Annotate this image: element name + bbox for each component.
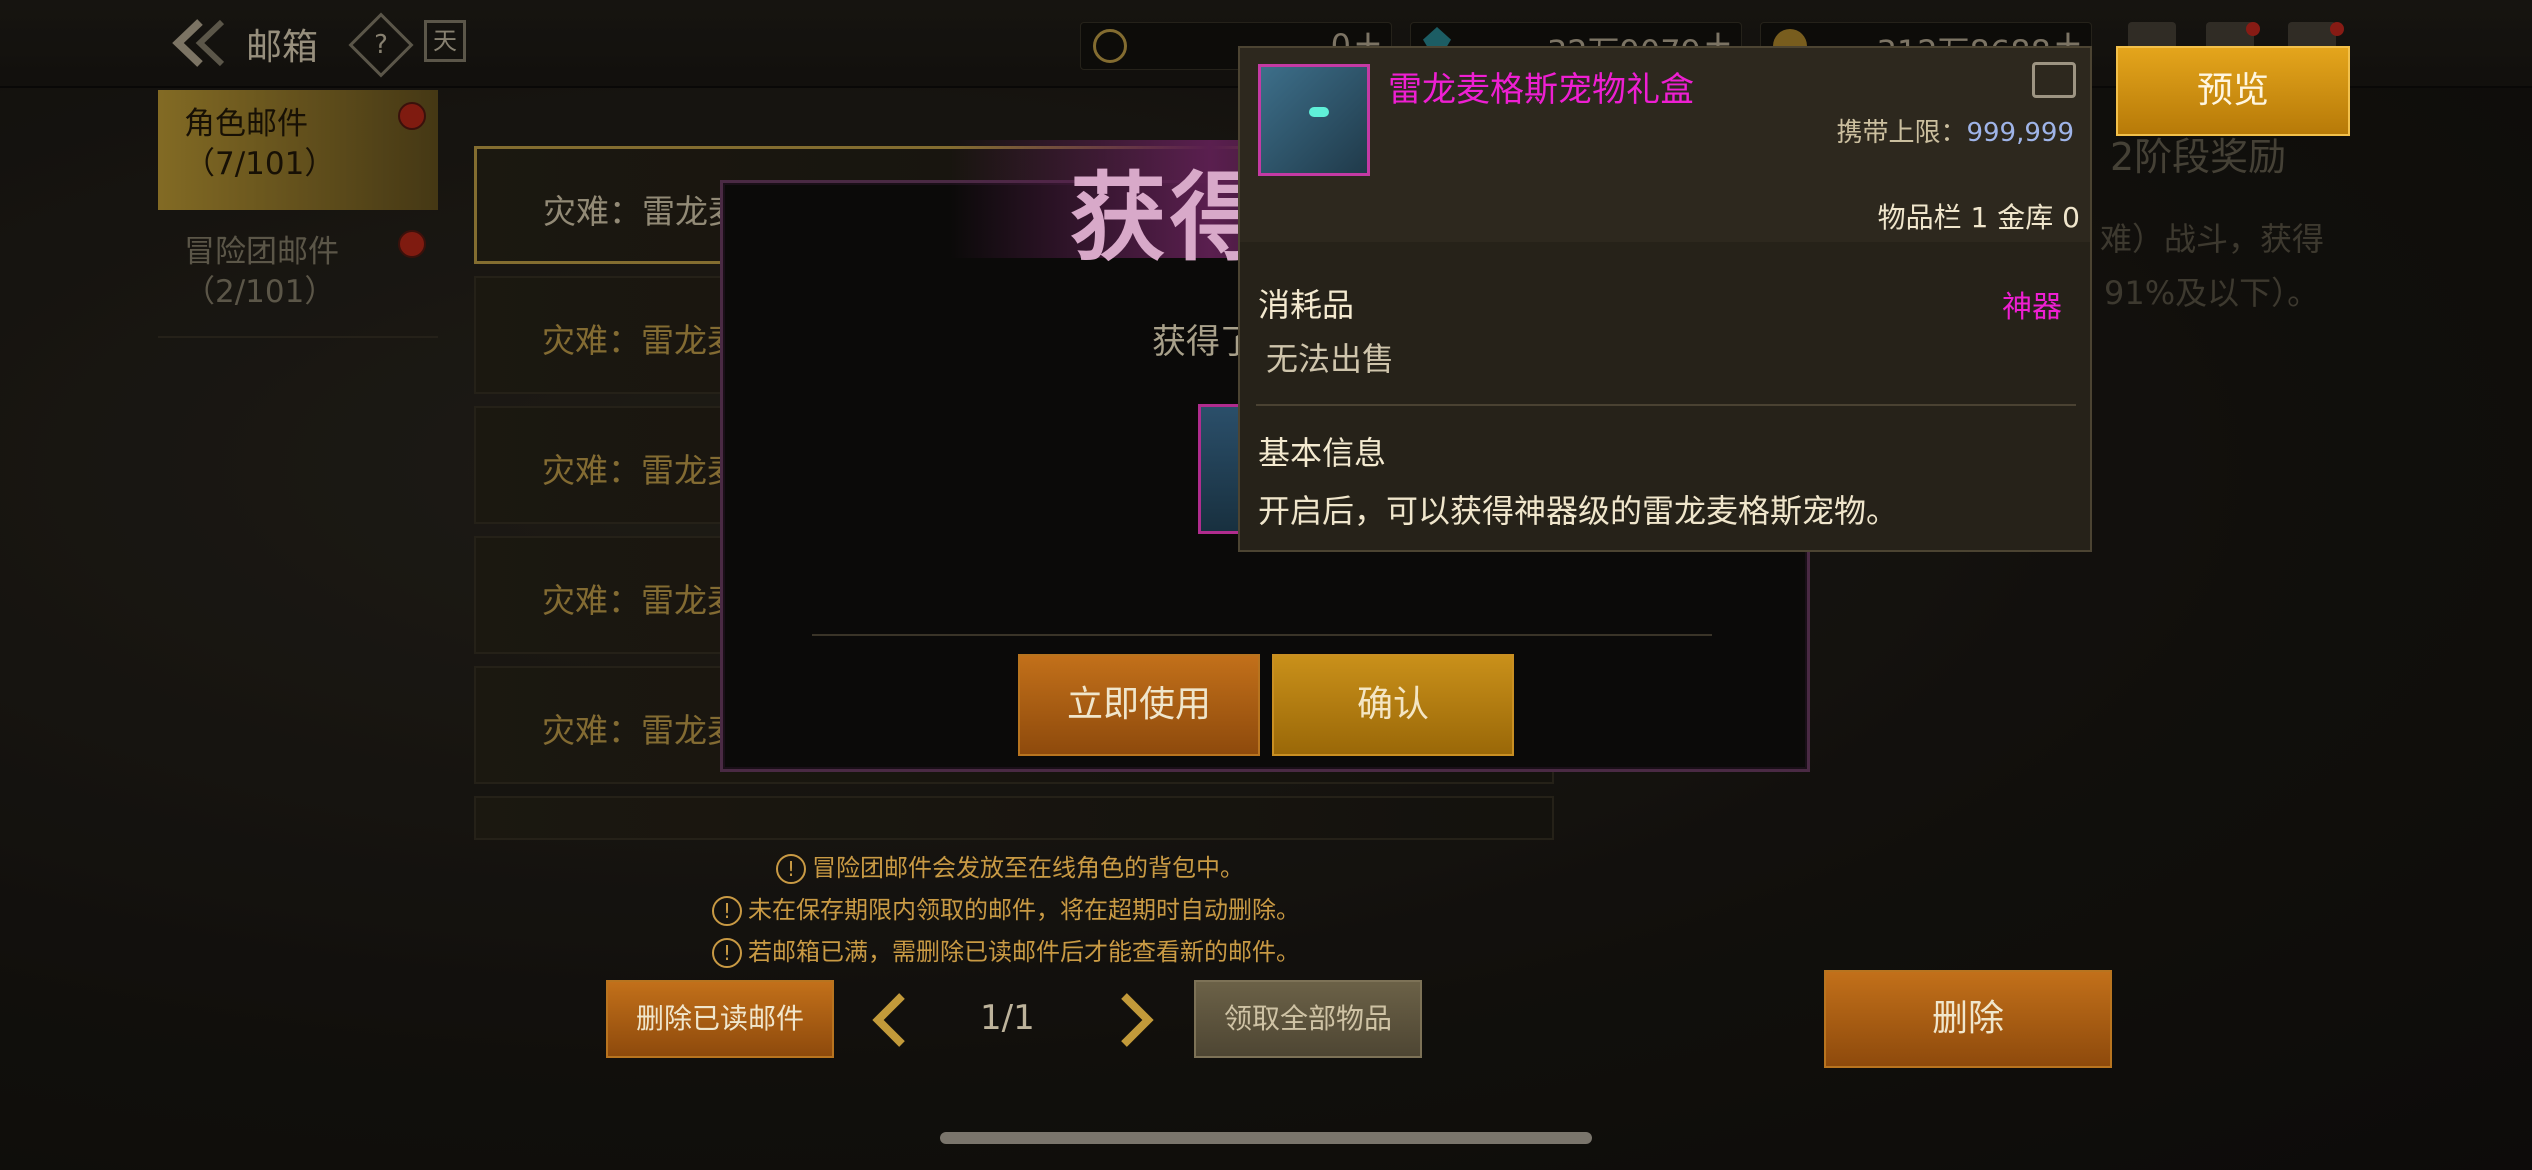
notice-line: ! 未在保存期限内领取的邮件，将在超期时自动删除。 <box>712 890 1300 926</box>
next-page-icon[interactable] <box>1118 992 1154 1048</box>
pet-box-icon <box>1258 64 1370 176</box>
delete-read-mail-button[interactable]: 删除已读邮件 <box>606 980 834 1058</box>
item-name: 雷龙麦格斯宠物礼盒 <box>1388 70 1694 110</box>
item-type: 消耗品 <box>1258 286 1355 324</box>
prev-page-icon[interactable] <box>872 992 908 1048</box>
inventory-count: 物品栏 1 金库 0 <box>1877 201 2080 234</box>
divider <box>1256 404 2076 406</box>
confirm-button[interactable]: 确认 <box>1272 654 1514 756</box>
use-now-button[interactable]: 立即使用 <box>1018 654 1260 756</box>
carry-limit: 携带上限：999,999 <box>1836 118 2074 148</box>
home-indicator[interactable] <box>940 1132 1592 1144</box>
divider <box>812 634 1712 636</box>
claim-all-button[interactable]: 领取全部物品 <box>1194 980 1422 1058</box>
exclamation-icon: ! <box>776 854 806 884</box>
exclamation-icon: ! <box>712 896 742 926</box>
notice-line: ! 冒险团邮件会发放至在线角色的背包中。 <box>776 848 1244 884</box>
preview-button[interactable]: 预览 <box>2116 46 2350 136</box>
item-grade: 神器 <box>2002 290 2062 325</box>
delete-button[interactable]: 删除 <box>1824 970 2112 1068</box>
notice-line: ! 若邮箱已满，需删除已读邮件后才能查看新的邮件。 <box>712 932 1300 968</box>
item-tooltip: 雷龙麦格斯宠物礼盒 携带上限：999,999 物品栏 1 金库 0 消耗品 神器… <box>1238 46 2092 552</box>
sell-status: 无法出售 <box>1266 340 1395 378</box>
share-icon[interactable] <box>2032 62 2076 98</box>
page-indicator: 1/1 <box>980 998 1035 1038</box>
exclamation-icon: ! <box>712 938 742 968</box>
section-heading: 基本信息 <box>1258 434 1387 472</box>
item-description: 开启后，可以获得神器级的雷龙麦格斯宠物。 <box>1258 492 1899 530</box>
